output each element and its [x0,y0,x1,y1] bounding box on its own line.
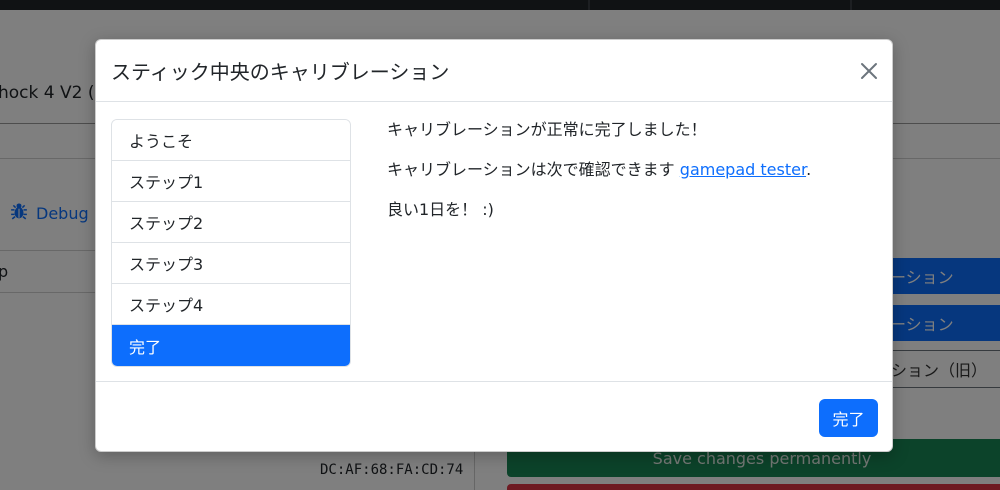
step-item-1[interactable]: ステップ1 [112,161,350,202]
step-item-welcome[interactable]: ようこそ [112,120,350,161]
modal-footer: 完了 [96,381,892,453]
done-button[interactable]: 完了 [819,399,878,437]
verify-suffix: . [806,160,812,179]
step-item-done[interactable]: 完了 [112,325,350,366]
steps-list: ようこそ ステップ1 ステップ2 ステップ3 ステップ4 完了 [111,119,351,367]
gamepad-tester-link[interactable]: gamepad tester [680,160,806,179]
page: hock 4 V2 ( Debug p DC:AF:68:FA:CD:74 ーシ… [0,0,1000,490]
success-message: キャリブレーションが正常に完了しました！ [387,120,707,139]
modal-title: スティック中央のキャリブレーション [111,60,450,84]
calibration-modal: スティック中央のキャリブレーション ようこそ ステップ1 ステップ2 ステップ3… [95,39,893,452]
close-icon [861,63,877,79]
step-content: キャリブレーションが正常に完了しました！ キャリブレーションは次で確認できます … [387,119,867,239]
step-item-2[interactable]: ステップ2 [112,202,350,243]
step-item-4[interactable]: ステップ4 [112,284,350,325]
modal-header: スティック中央のキャリブレーション [96,40,892,102]
verify-text: キャリブレーションは次で確認できます [387,160,680,179]
step-item-3[interactable]: ステップ3 [112,243,350,284]
verify-message: キャリブレーションは次で確認できます gamepad tester. [387,159,867,181]
farewell-message: 良い1日を！ :) [387,200,494,219]
close-button[interactable] [858,60,880,82]
